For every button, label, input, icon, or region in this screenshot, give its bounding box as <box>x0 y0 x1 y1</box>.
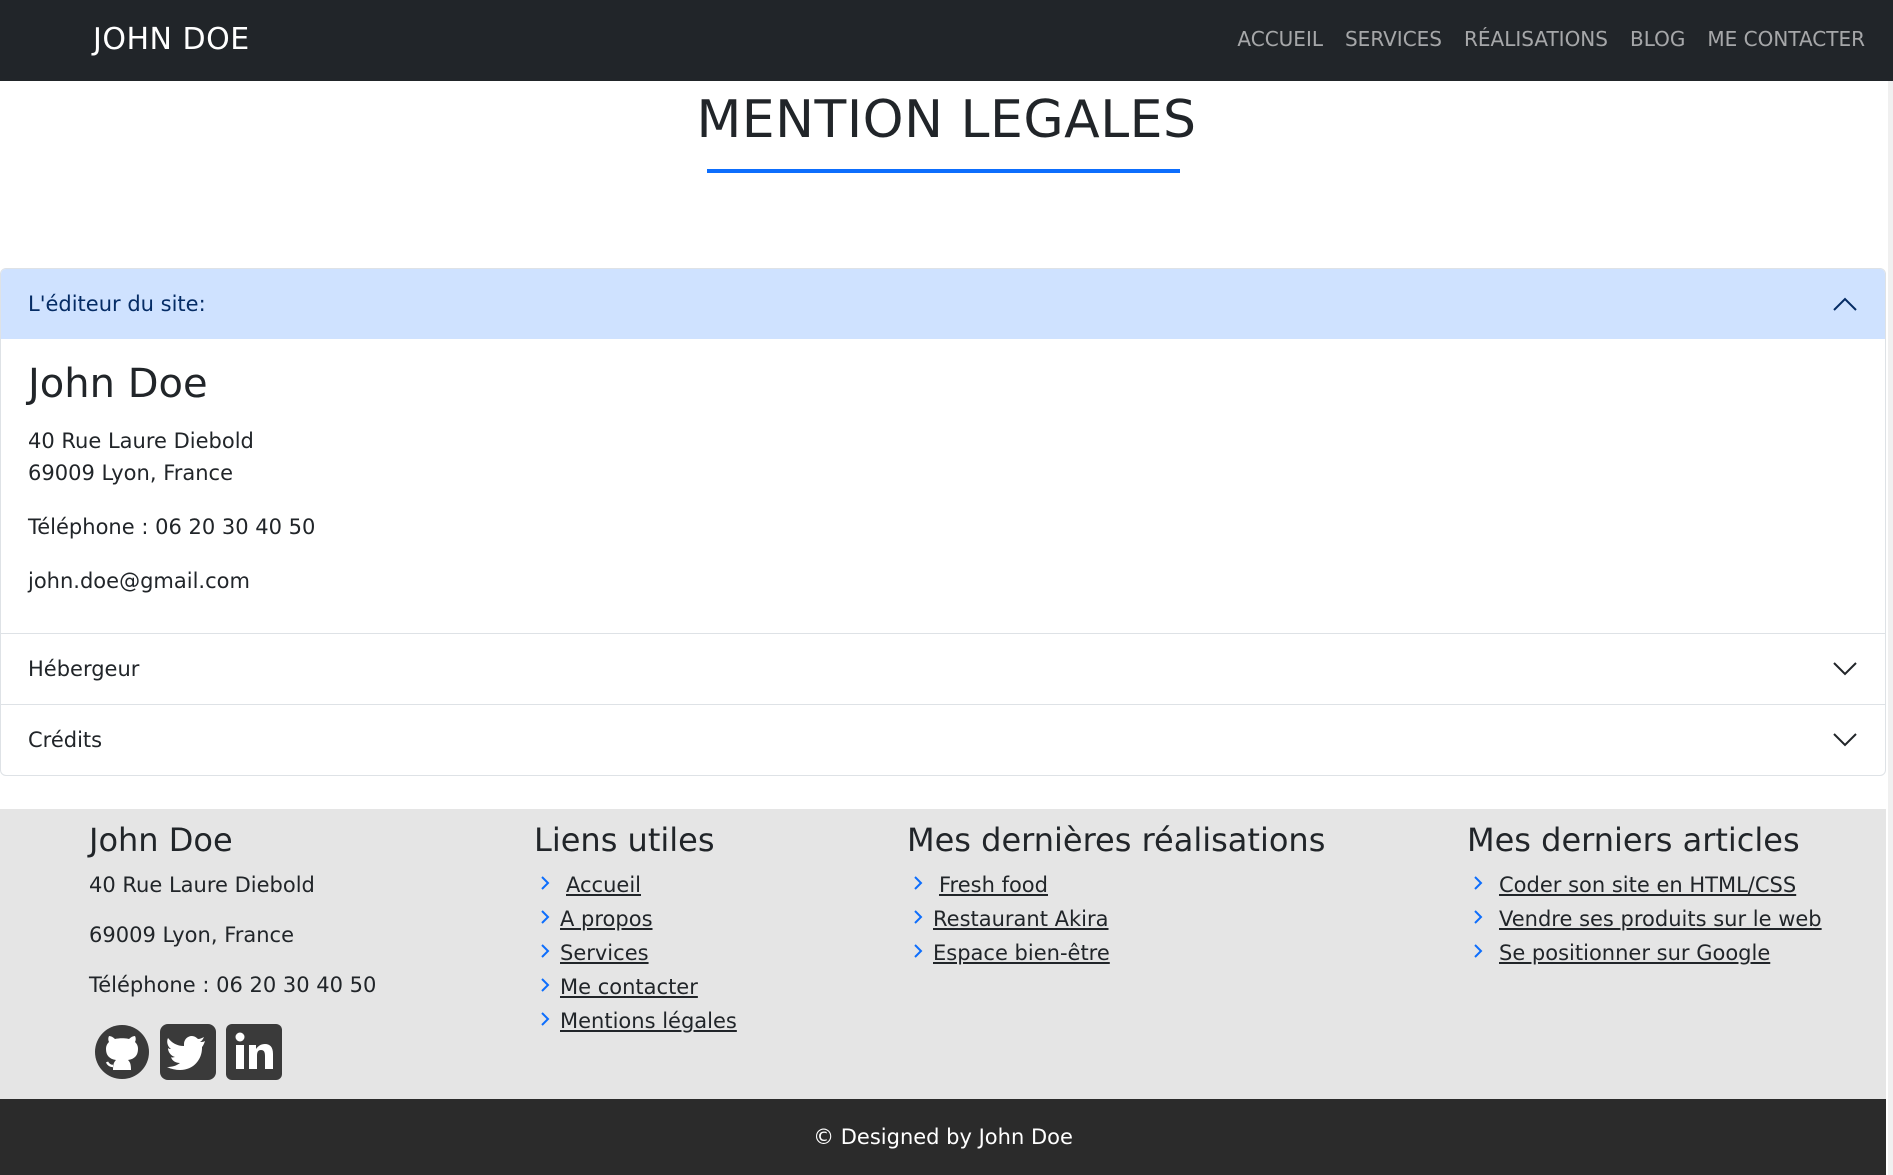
page-title: MENTION LEGALES <box>696 90 1197 150</box>
chevron-right-icon <box>907 873 929 897</box>
list-item: Espace bien-être <box>907 941 1325 975</box>
accordion-label: L'éditeur du site: <box>28 292 206 316</box>
accordion-header-credits[interactable]: Crédits <box>1 705 1885 775</box>
navbar: JOHN DOE ACCUEIL SERVICES RÉALISATIONS B… <box>0 0 1893 81</box>
useful-links-list: Accueil A propos Services Me contacter M… <box>534 873 737 1043</box>
accordion-item-editeur: L'éditeur du site: John Doe 40 Rue Laure… <box>1 269 1885 633</box>
nav-link-contact[interactable]: ME CONTACTER <box>1707 27 1865 51</box>
footer-contact: John Doe 40 Rue Laure Diebold 69009 Lyon… <box>89 821 376 1081</box>
list-item: Services <box>534 941 737 975</box>
project-link-bien-etre[interactable]: Espace bien-être <box>933 941 1110 965</box>
chevron-right-icon <box>1467 873 1489 897</box>
project-link-akira[interactable]: Restaurant Akira <box>933 907 1109 931</box>
chevron-right-icon <box>534 907 556 931</box>
accordion-label: Hébergeur <box>28 657 140 681</box>
list-item: A propos <box>534 907 737 941</box>
chevron-down-icon <box>1832 727 1858 753</box>
social-links <box>89 1023 376 1081</box>
editor-address-line2: 69009 Lyon, France <box>28 461 234 485</box>
chevron-right-icon <box>1467 907 1489 931</box>
chevron-right-icon <box>1467 941 1489 965</box>
copyright-bar: © Designed by John Doe <box>0 1099 1886 1175</box>
footer-projects: Mes dernières réalisations Fresh food Re… <box>907 821 1325 975</box>
accordion-header-hebergeur[interactable]: Hébergeur <box>1 634 1885 704</box>
chevron-right-icon <box>907 907 929 931</box>
list-item: Se positionner sur Google <box>1467 941 1822 975</box>
chevron-up-icon <box>1832 291 1858 317</box>
accordion-item-credits: Crédits <box>1 704 1885 775</box>
articles-list: Coder son site en HTML/CSS Vendre ses pr… <box>1467 873 1822 975</box>
editor-name: John Doe <box>28 361 208 407</box>
accordion-header-editeur[interactable]: L'éditeur du site: <box>1 269 1885 339</box>
footer-link-services[interactable]: Services <box>560 941 649 965</box>
editor-phone: Téléphone : 06 20 30 40 50 <box>28 515 316 539</box>
chevron-down-icon <box>1832 656 1858 682</box>
legal-accordion: L'éditeur du site: John Doe 40 Rue Laure… <box>0 268 1886 776</box>
list-item: Mentions légales <box>534 1009 737 1043</box>
nav-link-blog[interactable]: BLOG <box>1630 27 1685 51</box>
footer-phone: Téléphone : 06 20 30 40 50 <box>89 973 377 997</box>
footer-projects-title: Mes dernières réalisations <box>907 821 1326 859</box>
footer-link-mentions[interactable]: Mentions légales <box>560 1009 737 1033</box>
list-item: Me contacter <box>534 975 737 1009</box>
footer-link-a-propos[interactable]: A propos <box>560 907 653 931</box>
article-link-html-css[interactable]: Coder son site en HTML/CSS <box>1499 873 1796 897</box>
twitter-icon[interactable] <box>159 1023 217 1081</box>
footer-link-contact[interactable]: Me contacter <box>560 975 698 999</box>
list-item: Restaurant Akira <box>907 907 1325 941</box>
list-item: Coder son site en HTML/CSS <box>1467 873 1822 907</box>
github-icon[interactable] <box>93 1023 151 1081</box>
linkedin-icon[interactable] <box>225 1023 283 1081</box>
footer-useful-links: Liens utiles Accueil A propos Services M… <box>534 821 737 1043</box>
footer: John Doe 40 Rue Laure Diebold 69009 Lyon… <box>0 809 1886 1099</box>
footer-link-accueil[interactable]: Accueil <box>566 873 641 897</box>
scrollbar[interactable] <box>1888 81 1893 1175</box>
accordion-body-editeur: John Doe 40 Rue Laure Diebold 69009 Lyon… <box>1 339 1885 633</box>
article-link-vendre[interactable]: Vendre ses produits sur le web <box>1499 907 1822 931</box>
project-link-fresh-food[interactable]: Fresh food <box>939 873 1048 897</box>
list-item: Fresh food <box>907 873 1325 907</box>
footer-links-title: Liens utiles <box>534 821 715 859</box>
editor-email: john.doe@gmail.com <box>28 569 250 593</box>
chevron-right-icon <box>907 941 929 965</box>
list-item: Accueil <box>534 873 737 907</box>
accordion-item-hebergeur: Hébergeur <box>1 633 1885 704</box>
editor-address-line1: 40 Rue Laure Diebold <box>28 429 254 453</box>
accordion-label: Crédits <box>28 728 103 752</box>
chevron-right-icon <box>534 975 556 999</box>
brand-logo[interactable]: JOHN DOE <box>93 22 250 57</box>
footer-articles-title: Mes derniers articles <box>1467 821 1800 859</box>
chevron-right-icon <box>534 873 556 897</box>
chevron-right-icon <box>534 1009 556 1033</box>
list-item: Vendre ses produits sur le web <box>1467 907 1822 941</box>
footer-contact-title: John Doe <box>89 821 233 859</box>
nav-link-accueil[interactable]: ACCUEIL <box>1237 27 1323 51</box>
nav-menu: ACCUEIL SERVICES RÉALISATIONS BLOG ME CO… <box>1237 27 1865 51</box>
footer-articles: Mes derniers articles Coder son site en … <box>1467 821 1822 975</box>
footer-address-line1: 40 Rue Laure Diebold <box>89 873 315 897</box>
title-underline <box>707 169 1180 173</box>
article-link-google[interactable]: Se positionner sur Google <box>1499 941 1770 965</box>
footer-address-line2: 69009 Lyon, France <box>89 923 295 947</box>
projects-list: Fresh food Restaurant Akira Espace bien-… <box>907 873 1325 975</box>
chevron-right-icon <box>534 941 556 965</box>
nav-link-services[interactable]: SERVICES <box>1345 27 1442 51</box>
nav-link-realisations[interactable]: RÉALISATIONS <box>1464 27 1608 51</box>
